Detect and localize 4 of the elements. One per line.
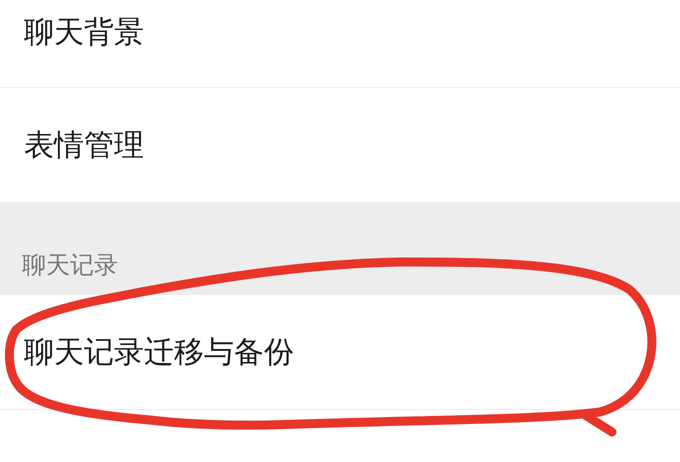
settings-item[interactable]: 表情管理 xyxy=(24,124,144,166)
settings-item[interactable]: 聊天记录迁移与备份 xyxy=(24,332,294,372)
settings-item[interactable]: 聊天背景 xyxy=(24,12,144,53)
section-title: 聊天记录 xyxy=(22,250,118,281)
